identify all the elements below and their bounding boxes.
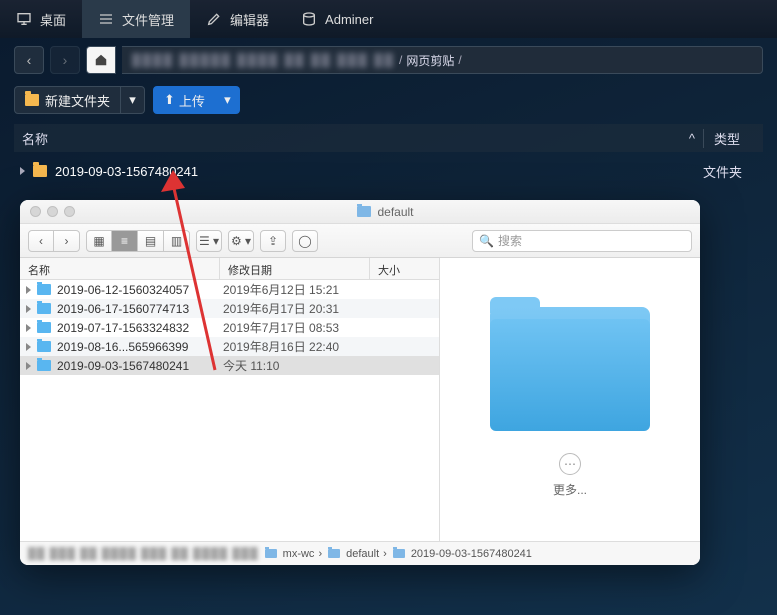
search-icon: 🔍 [479,234,494,248]
breadcrumb-segment: 网页剪贴 [406,52,454,69]
view-group: ▦ ≡ ▤ ▥ [86,230,190,252]
search-input[interactable]: 🔍 搜索 [472,230,692,252]
breadcrumb-path[interactable]: ████ █████ ████ ██ ██ ███ ██ / 网页剪贴 / [122,46,763,74]
new-folder-label: 新建文件夹 [45,91,110,110]
folder-icon [37,341,51,352]
hdr-name[interactable]: 名称 [20,258,220,279]
new-folder-button[interactable]: 新建文件夹 [14,86,121,114]
view-list-button[interactable]: ≡ [112,230,138,252]
finder-title: default [81,205,690,219]
disclosure-triangle-icon[interactable] [26,343,31,351]
sort-button[interactable]: ☰ ▾ [196,230,222,252]
col-type[interactable]: 类型 [703,129,763,148]
folder-preview-icon [490,301,650,431]
folder-icon [37,360,51,371]
blurred-path: ██ ███ ██ ████ ███ ██ ████ ███ [28,548,259,560]
list-pane: 名称 修改日期 大小 2019-06-12-15603240572019年6月1… [20,258,440,541]
folder-icon [33,165,47,177]
disclosure-triangle-icon[interactable] [26,305,31,313]
view-icon-button[interactable]: ▦ [86,230,112,252]
nav-forward-button[interactable]: › [50,46,80,74]
path-sep: / [399,53,402,67]
upload-button[interactable]: ⬆ 上传 [153,86,216,114]
tab-files[interactable]: 文件管理 [82,0,190,38]
upload-icon: ⬆ [164,92,175,108]
view-column-button[interactable]: ▤ [138,230,164,252]
folder-icon [37,284,51,295]
finder-window: default ‹ › ▦ ≡ ▤ ▥ ☰ ▾ ⚙ ▾ ⇪ ◯ 🔍 搜索 名称 … [20,200,700,565]
tab-label: 文件管理 [122,10,174,29]
finder-toolbar: ‹ › ▦ ≡ ▤ ▥ ☰ ▾ ⚙ ▾ ⇪ ◯ 🔍 搜索 [20,224,700,258]
column-header: 名称 ^ 类型 [14,124,763,152]
list-item[interactable]: 2019-07-17-15633248322019年7月17日 08:53 [20,318,439,337]
list-item[interactable]: 2019-06-12-15603240572019年6月12日 15:21 [20,280,439,299]
new-folder-group: 新建文件夹 ▾ [14,86,145,114]
hdr-size[interactable]: 大小 [370,258,439,279]
disclosure-triangle-icon[interactable] [26,362,31,370]
row-name: 2019-09-03-1567480241 [55,164,198,179]
nav-group: ‹ › [28,230,80,252]
tab-label: 编辑器 [230,10,269,29]
db-icon [301,11,317,27]
share-button[interactable]: ⇪ [260,230,286,252]
folder-icon [328,549,340,558]
back-button[interactable]: ‹ [28,230,54,252]
tab-label: 桌面 [40,10,66,29]
search-placeholder: 搜索 [498,232,522,249]
sort-caret-icon: ^ [689,131,695,146]
traffic-lights [30,206,75,217]
finder-titlebar[interactable]: default [20,200,700,224]
tab-label: Adminer [325,12,373,27]
folder-icon [25,94,39,106]
upload-caret[interactable]: ▾ [216,86,240,114]
action-gear-button[interactable]: ⚙ ▾ [228,230,254,252]
max-dot[interactable] [64,206,75,217]
list-rows: 2019-06-12-15603240572019年6月12日 15:21 20… [20,280,439,541]
upload-label: 上传 [179,91,205,110]
hdr-modified[interactable]: 修改日期 [220,258,370,279]
breadcrumb-bar: ‹ › ████ █████ ████ ██ ██ ███ ██ / 网页剪贴 … [14,44,763,76]
finder-pathbar[interactable]: ██ ███ ██ ████ ███ ██ ████ ███ mx-wc › d… [20,541,700,565]
nav-back-button[interactable]: ‹ [14,46,44,74]
more-button[interactable]: ⋯ [559,453,581,475]
files-icon [98,11,114,27]
finder-body: 名称 修改日期 大小 2019-06-12-15603240572019年6月1… [20,258,700,541]
view-gallery-button[interactable]: ▥ [164,230,190,252]
tag-button[interactable]: ◯ [292,230,318,252]
row-type: 文件夹 [703,162,763,181]
monitor-icon [16,11,32,27]
col-name[interactable]: 名称 ^ [14,129,703,148]
list-item[interactable]: 2019-06-17-15607747132019年6月17日 20:31 [20,299,439,318]
upload-group: ⬆ 上传 ▾ [153,86,240,114]
more-label: 更多... [553,481,587,498]
blurred-path: ████ █████ ████ ██ ██ ███ ██ [132,53,395,67]
list-item[interactable]: 2019-09-03-1567480241今天 11:10 [20,356,439,375]
folder-icon [265,549,277,558]
folder-icon [37,303,51,314]
dark-list-row[interactable]: 2019-09-03-1567480241 文件夹 [14,156,763,186]
home-icon [94,53,108,67]
tab-editor[interactable]: 编辑器 [190,0,285,38]
folder-icon [357,206,371,217]
top-nav: 桌面 文件管理 编辑器 Adminer [0,0,777,38]
action-bar: 新建文件夹 ▾ ⬆ 上传 ▾ [14,84,763,116]
disclosure-triangle-icon[interactable] [26,324,31,332]
folder-icon [393,549,405,558]
tab-adminer[interactable]: Adminer [285,0,389,38]
list-item[interactable]: 2019-08-16...5659663992019年8月16日 22:40 [20,337,439,356]
min-dot[interactable] [47,206,58,217]
disclosure-triangle-icon[interactable] [20,167,25,175]
edit-icon [206,11,222,27]
home-button[interactable] [86,46,116,74]
close-dot[interactable] [30,206,41,217]
folder-icon [37,322,51,333]
list-header: 名称 修改日期 大小 [20,258,439,280]
preview-pane: ⋯ 更多... [440,258,700,541]
forward-button[interactable]: › [54,230,80,252]
tab-desktop[interactable]: 桌面 [0,0,82,38]
disclosure-triangle-icon[interactable] [26,286,31,294]
path-sep: / [458,53,461,67]
new-folder-caret[interactable]: ▾ [121,86,145,114]
